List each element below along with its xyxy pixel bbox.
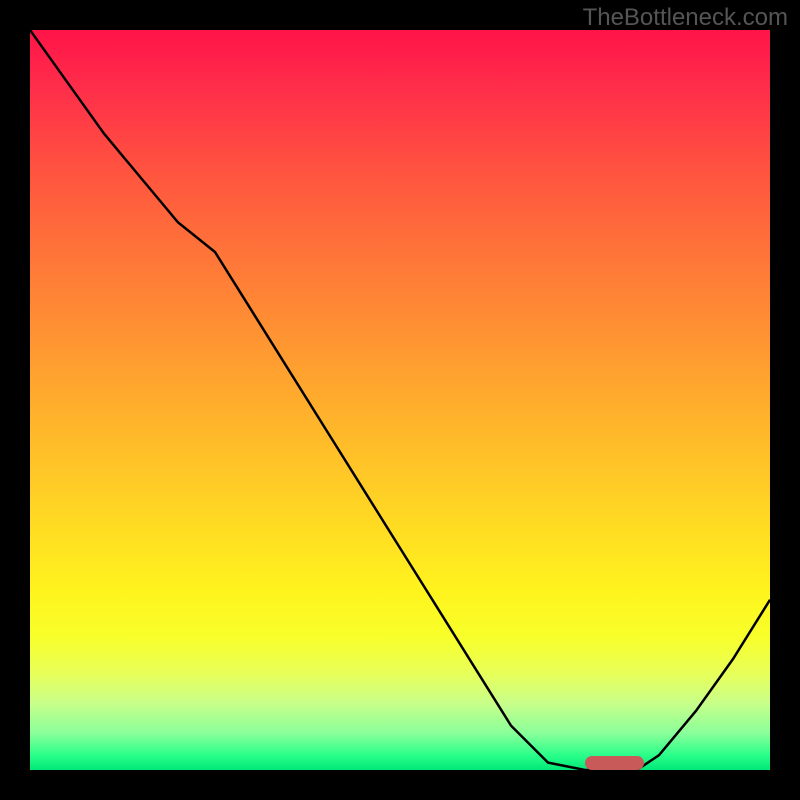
optimal-range-marker [585,756,644,770]
bottleneck-curve [30,30,770,770]
plot-area [30,30,770,770]
watermark-text: TheBottleneck.com [583,4,788,32]
